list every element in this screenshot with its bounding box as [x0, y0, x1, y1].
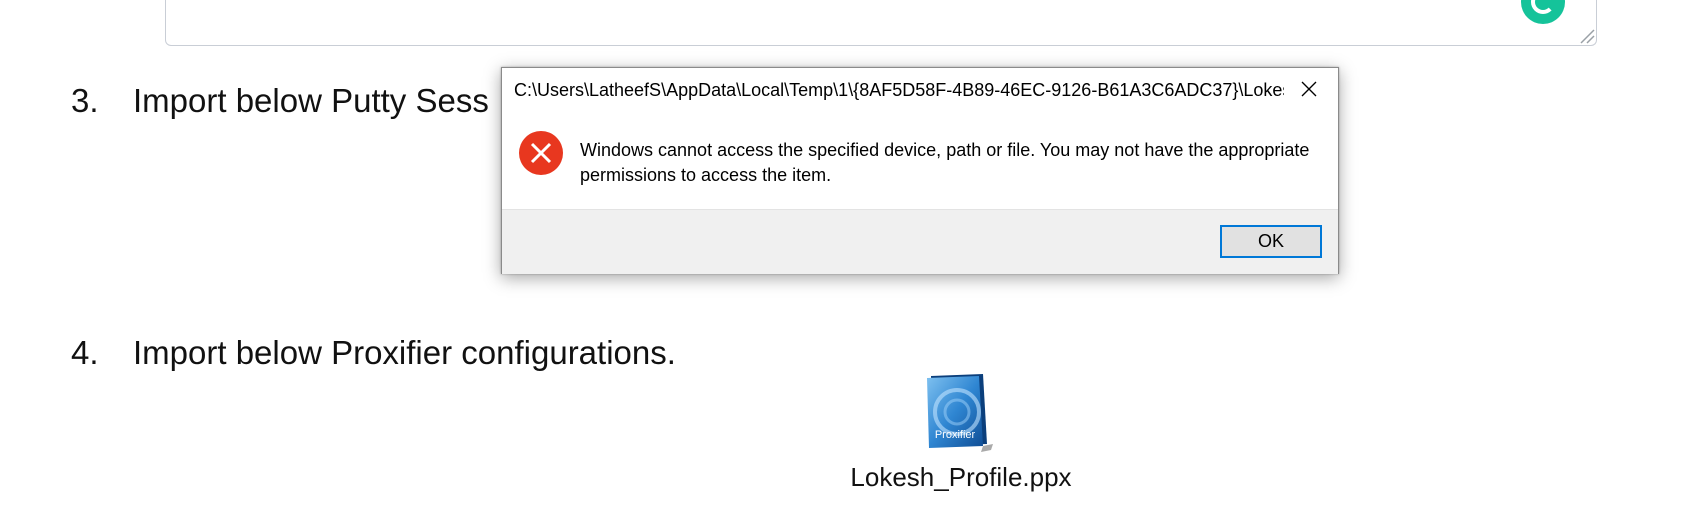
file-icon-label: Proxifier	[935, 429, 976, 441]
list-text: Import below Proxifier configurations.	[133, 334, 676, 371]
list-number: 3.	[71, 82, 99, 119]
resize-grip-icon[interactable]	[1577, 26, 1595, 44]
list-number: 4.	[71, 334, 99, 371]
dialog-footer: OK	[502, 209, 1338, 274]
error-dialog: C:\Users\LatheefS\AppData\Local\Temp\1\{…	[501, 67, 1339, 274]
text-box[interactable]	[165, 0, 1597, 46]
file-name[interactable]: Lokesh_Profile.ppx	[846, 462, 1076, 493]
close-icon	[1301, 81, 1317, 97]
dialog-message: Windows cannot access the specified devi…	[580, 140, 1310, 185]
error-icon	[519, 131, 563, 175]
ok-button[interactable]: OK	[1220, 225, 1322, 258]
dialog-title: C:\Users\LatheefS\AppData\Local\Temp\1\{…	[514, 80, 1284, 100]
proxifier-file-icon[interactable]: Proxifier	[921, 372, 1001, 452]
list-text: Import below Putty Sess	[133, 82, 489, 119]
close-button[interactable]	[1286, 72, 1332, 106]
